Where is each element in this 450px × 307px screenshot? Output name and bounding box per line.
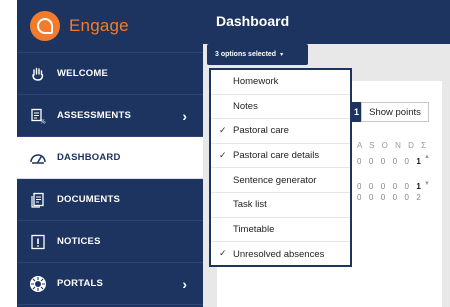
scroll-up-icon[interactable]: ▲	[424, 154, 430, 160]
data-row: 0 0 0 0 0 1	[357, 182, 424, 191]
caret-down-icon: ▾	[280, 52, 284, 58]
options-dropdown: Homework Notes ✓ Pastoral care ✓ Pastora…	[209, 68, 352, 267]
options-select-button[interactable]: 3 options selected ▾	[207, 44, 308, 65]
option-label: Sentence generator	[233, 174, 317, 186]
document-icon	[28, 190, 48, 210]
option-label: Pastoral care	[233, 125, 289, 137]
dropdown-option-pastoral-care-details[interactable]: ✓ Pastoral care details	[211, 144, 350, 169]
show-points-button[interactable]: Show points	[361, 102, 429, 122]
option-label: Task list	[233, 199, 267, 211]
sidebar-item-label: DOCUMENTS	[57, 194, 121, 205]
dropdown-option-sentence-generator[interactable]: Sentence generator	[211, 168, 350, 193]
sidebar-item-label: WELCOME	[57, 68, 109, 79]
option-label: Pastoral care details	[233, 150, 320, 162]
top-header: Dashboard	[203, 0, 450, 44]
scroll-down-icon[interactable]: ▼	[424, 181, 430, 187]
sidebar-item-notices[interactable]: NOTICES	[17, 221, 203, 263]
chevron-right-icon: ›	[182, 108, 187, 124]
sidebar-item-dashboard[interactable]: DASHBOARD	[17, 137, 203, 179]
portal-icon	[28, 274, 48, 294]
speedometer-icon	[28, 148, 48, 168]
checkmark-icon: ✓	[219, 125, 227, 136]
dropdown-option-pastoral-care[interactable]: ✓ Pastoral care	[211, 119, 350, 144]
option-label: Unresolved absences	[233, 248, 325, 260]
brand[interactable]: Engage	[17, 0, 203, 53]
dropdown-option-notes[interactable]: Notes	[211, 95, 350, 120]
option-label: Homework	[233, 76, 279, 88]
sidebar-item-welcome[interactable]: WELCOME	[17, 53, 203, 95]
sidebar-item-portals[interactable]: PORTALS ›	[17, 263, 203, 305]
data-row: 0 0 0 0 0 1	[357, 157, 424, 166]
checkmark-icon: ✓	[219, 149, 227, 160]
dropdown-option-homework[interactable]: Homework	[211, 70, 350, 95]
checkmark-icon: ✓	[219, 248, 227, 259]
assessment-percent-icon: %	[28, 106, 48, 126]
notice-exclamation-icon	[28, 232, 48, 252]
data-row: 0 0 0 0 0 2	[357, 193, 424, 202]
sidebar-item-label: PORTALS	[57, 278, 104, 289]
sidebar-item-assessments[interactable]: % ASSESSMENTS ›	[17, 95, 203, 137]
sidebar-item-documents[interactable]: DOCUMENTS	[17, 179, 203, 221]
dropdown-option-timetable[interactable]: Timetable	[211, 218, 350, 243]
svg-text:%: %	[40, 118, 46, 124]
page-title: Dashboard	[216, 13, 290, 29]
option-label: Notes	[233, 100, 258, 112]
options-select-label: 3 options selected	[215, 51, 277, 58]
months-header: A S O N D Σ	[357, 141, 429, 150]
sidebar-item-label: NOTICES	[57, 236, 101, 247]
toggle-stub[interactable]: 1	[352, 102, 361, 122]
brand-name: Engage	[69, 16, 129, 35]
dropdown-option-unresolved-absences[interactable]: ✓ Unresolved absences	[211, 242, 350, 267]
hand-wave-icon	[28, 64, 48, 84]
engage-logo-icon	[30, 11, 60, 41]
sidebar: Engage WELCOME % ASSESSMENTS › DASHBOARD…	[17, 0, 203, 307]
option-label: Timetable	[233, 223, 275, 235]
sidebar-item-label: ASSESSMENTS	[57, 110, 131, 121]
chevron-right-icon: ›	[182, 276, 187, 292]
dropdown-option-task-list[interactable]: Task list	[211, 193, 350, 218]
sidebar-item-label: DASHBOARD	[57, 152, 121, 163]
